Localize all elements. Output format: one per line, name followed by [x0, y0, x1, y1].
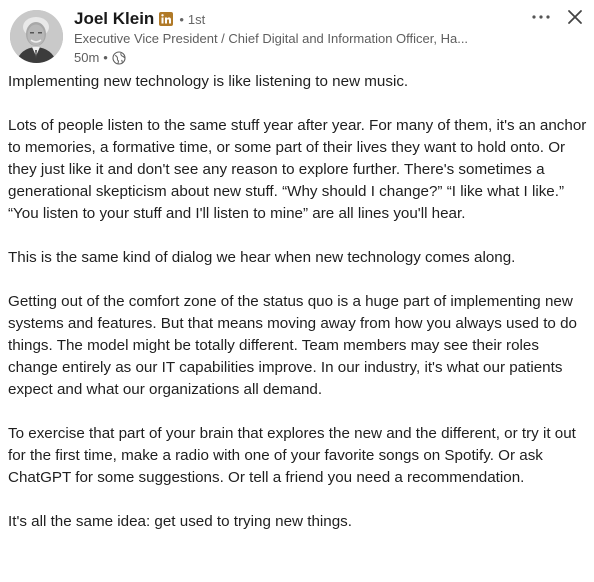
author-headline: Executive Vice President / Chief Digital…	[74, 31, 469, 46]
post-card: Joel Klein • 1st Executive Vice Presiden…	[0, 0, 594, 582]
post-time-row: 50m •	[74, 49, 514, 67]
post-paragraph: This is the same kind of dialog we hear …	[8, 249, 516, 266]
globe-icon	[112, 51, 126, 65]
post-paragraph: To exercise that part of your brain that…	[8, 425, 576, 486]
close-icon	[568, 10, 582, 24]
author-name-row: Joel Klein • 1st	[74, 8, 514, 30]
linkedin-premium-icon	[159, 12, 174, 26]
avatar-portrait	[10, 10, 63, 63]
more-options-button[interactable]	[524, 6, 558, 28]
post-body: Implementing new technology is like list…	[8, 71, 588, 555]
author-avatar[interactable]	[10, 10, 63, 63]
close-button[interactable]	[564, 6, 586, 28]
post-paragraph: It's all the same idea: get used to tryi…	[8, 513, 352, 530]
post-paragraph: Getting out of the comfort zone of the s…	[8, 293, 577, 398]
post-timestamp: 50m	[74, 50, 100, 65]
author-name[interactable]: Joel Klein	[74, 9, 154, 29]
post-paragraph: Implementing new technology is like list…	[8, 73, 409, 90]
connection-degree: 1st	[187, 11, 206, 27]
more-horizontal-icon	[532, 15, 550, 19]
author-meta: Joel Klein • 1st Executive Vice Presiden…	[74, 8, 514, 67]
post-paragraph: Lots of people listen to the same stuff …	[8, 117, 587, 222]
time-separator: •	[103, 50, 108, 65]
name-separator: •	[179, 11, 184, 27]
post-header: Joel Klein • 1st Executive Vice Presiden…	[8, 6, 586, 66]
